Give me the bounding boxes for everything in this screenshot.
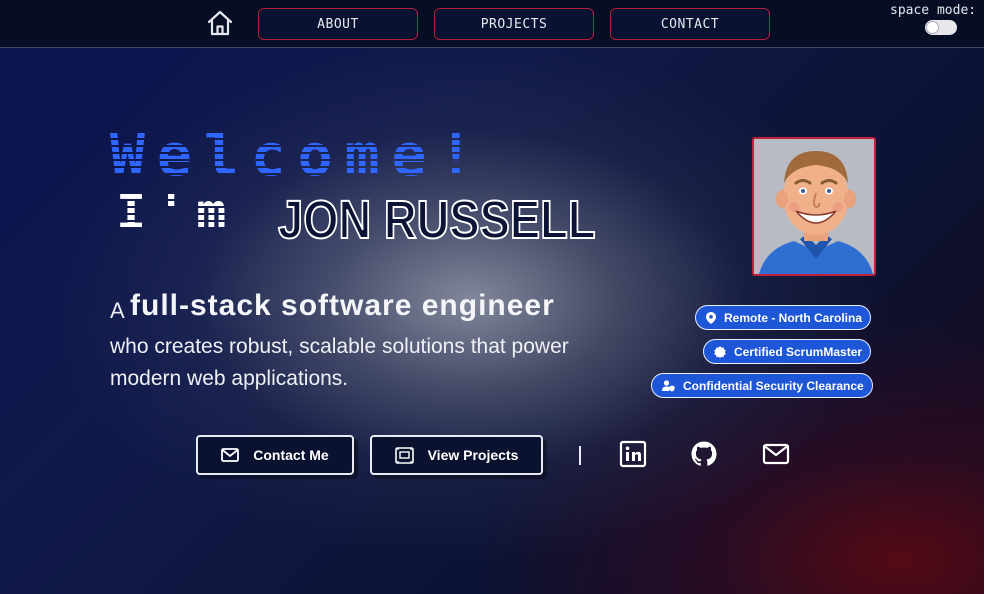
tagline-role: full-stack software engineer	[130, 289, 555, 322]
location-pin-icon	[706, 311, 716, 324]
space-mode-toggle[interactable]	[925, 20, 957, 35]
divider	[579, 446, 581, 465]
space-mode-label: space mode:	[890, 3, 977, 18]
avatar-illustration	[754, 139, 874, 274]
badge-location-label: Remote - North Carolina	[724, 310, 863, 325]
badge-certification-label: Certified ScrumMaster	[734, 344, 863, 359]
nav-contact[interactable]: CONTACT	[610, 8, 770, 40]
contact-me-button[interactable]: Contact Me	[196, 435, 354, 475]
avatar	[752, 137, 876, 276]
badge-clearance: Confidential Security Clearance	[651, 373, 873, 398]
badge-clearance-label: Confidential Security Clearance	[683, 378, 864, 393]
top-nav: ABOUT PROJECTS CONTACT space mode:	[0, 0, 984, 48]
envelope-icon	[221, 448, 240, 462]
view-projects-label: View Projects	[427, 447, 519, 463]
project-window-icon	[394, 446, 414, 464]
tagline-description: who creates robust, scalable solutions t…	[110, 335, 569, 390]
github-icon[interactable]	[690, 440, 718, 468]
badge-location: Remote - North Carolina	[695, 305, 872, 330]
im-text: I'm	[116, 183, 237, 241]
mail-icon[interactable]	[762, 440, 790, 468]
name-heading: JON RUSSELL	[277, 190, 596, 250]
certified-badge-icon	[714, 345, 726, 358]
view-projects-button[interactable]: View Projects	[370, 435, 543, 475]
home-icon[interactable]	[206, 10, 234, 36]
linkedin-icon[interactable]	[619, 440, 647, 468]
toggle-knob	[927, 22, 938, 33]
user-shield-icon	[662, 379, 675, 392]
welcome-heading: Welcome!	[110, 121, 486, 189]
nav-projects[interactable]: PROJECTS	[434, 8, 594, 40]
badge-certification: Certified ScrumMaster	[703, 339, 872, 364]
nav-about[interactable]: ABOUT	[258, 8, 418, 40]
tagline-prefix: A	[110, 298, 125, 323]
contact-me-label: Contact Me	[253, 447, 329, 463]
